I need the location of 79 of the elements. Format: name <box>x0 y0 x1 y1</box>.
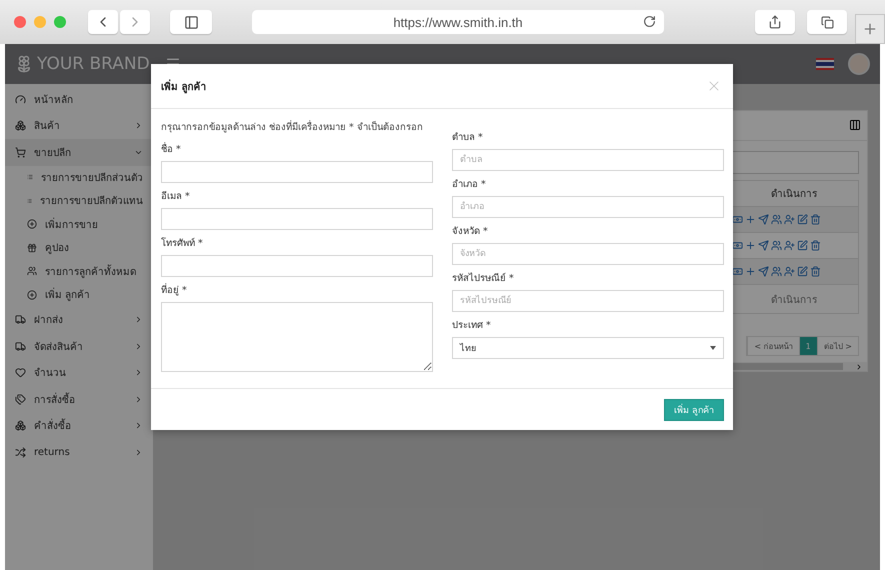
menu-item-icon <box>27 290 37 300</box>
text-input[interactable]: ตำบล <box>452 149 724 171</box>
menu-item-icon <box>15 367 26 378</box>
country-select[interactable]: ไทย <box>452 337 724 359</box>
action-icon[interactable] <box>732 266 743 278</box>
chevron-icon <box>134 315 143 324</box>
tabs-button[interactable] <box>807 10 847 34</box>
sidebar-subitem[interactable]: เพิ่มการขาย <box>5 212 153 236</box>
field-label: ที่อยู่ * <box>161 282 188 298</box>
flag-icon[interactable] <box>816 58 834 70</box>
field-label: จังหวัด * <box>452 225 489 239</box>
reload-icon[interactable] <box>643 15 656 28</box>
sidebar-subitem[interactable]: รายการลูกค้าทั้งหมด <box>5 260 153 283</box>
sidebar-icon <box>184 14 198 30</box>
forward-button[interactable] <box>120 10 150 34</box>
sidebar-subitem[interactable]: เพิ่ม ลูกค้า <box>5 283 153 306</box>
field-label: อำเภอ * <box>452 178 487 192</box>
sidebar-item[interactable]: จำนวน <box>5 360 153 386</box>
sidebar-item[interactable]: ขายปลีก <box>5 139 153 166</box>
close-window-button[interactable] <box>14 16 26 28</box>
chevron-icon <box>134 368 143 378</box>
sidebar-item[interactable]: returns <box>5 439 153 466</box>
new-tab-button[interactable] <box>855 14 885 44</box>
field-label: อีเมล * <box>161 190 191 204</box>
share-icon <box>768 15 782 29</box>
sidebar-item[interactable]: หน้าหลัก <box>5 86 153 112</box>
field-label: ชื่อ * <box>161 141 182 157</box>
brand-logo-icon <box>15 55 33 73</box>
modal-title: เพิ่ม ลูกค้า <box>161 78 206 94</box>
menu-item-icon <box>15 314 26 326</box>
zoom-window-button[interactable] <box>54 16 66 28</box>
text-input[interactable]: อำเภอ <box>452 196 724 218</box>
sidebar-toggle-button[interactable] <box>170 10 212 34</box>
tabs-icon <box>820 16 834 28</box>
menu-item-icon <box>15 340 26 352</box>
text-input[interactable] <box>161 208 433 230</box>
menu-item-icon <box>15 394 26 405</box>
field-label: รหัสไปรษณีย์ * <box>452 272 515 286</box>
text-input[interactable] <box>161 255 433 277</box>
text-input[interactable]: จังหวัด <box>452 243 724 265</box>
sidebar-subitem[interactable]: รายการขายปลีกส่วนตัว <box>5 166 153 189</box>
sidebar-item[interactable]: ฝากส่ง <box>5 306 153 333</box>
field-label: ประเทศ * <box>452 319 492 333</box>
columns-icon[interactable] <box>849 119 861 132</box>
share-button[interactable] <box>755 10 795 34</box>
text-input[interactable] <box>161 161 433 183</box>
scroll-right-icon[interactable] <box>855 362 863 371</box>
sidebar-item[interactable]: จัดส่งสินค้า <box>5 333 153 360</box>
menu-item-icon <box>15 446 26 458</box>
form-instructions: กรุณากรอกข้อมูลด้านล่าง ช่องที่มีเครื่องหมาย * จำเป็นต้องกรอก <box>161 119 424 134</box>
chevron-icon <box>134 121 143 130</box>
menu-item-icon <box>15 120 26 132</box>
column-footer: ดำเนินการ <box>730 285 858 314</box>
chevron-icon <box>134 342 143 351</box>
sidebar-subitem[interactable]: รายการขายปลีกตัวแทน <box>5 189 153 212</box>
action-icon[interactable] <box>732 240 743 252</box>
menu-item-icon <box>27 219 37 230</box>
chevron-icon <box>134 394 143 404</box>
field-label: โทรศัพท์ * <box>161 236 204 251</box>
plus-icon <box>862 21 878 37</box>
sidebar-item[interactable]: คำสั่งซื้อ <box>5 412 153 439</box>
action-icon[interactable] <box>732 214 743 226</box>
field-label: ตำบล * <box>452 131 484 145</box>
text-input[interactable]: รหัสไปรษณีย์ <box>452 290 724 312</box>
back-button[interactable] <box>88 10 118 34</box>
sidebar-subitem[interactable]: คูปอง <box>5 236 153 260</box>
chevron-icon <box>134 421 143 430</box>
menu-item-icon <box>27 242 37 253</box>
menu-item-icon <box>15 146 26 158</box>
chevron-icon <box>134 448 143 457</box>
address-bar[interactable]: https://www.smith.in.th <box>252 10 664 34</box>
menu-item-icon <box>15 420 26 432</box>
submit-button[interactable]: เพิ่ม ลูกค้า <box>664 398 724 420</box>
sidebar-item[interactable]: การสั่งซื้อ <box>5 386 153 412</box>
avatar[interactable] <box>848 53 870 75</box>
sidebar-item[interactable]: สินค้า <box>5 112 153 139</box>
menu-item-icon <box>27 266 37 276</box>
menu-item-icon <box>15 94 26 105</box>
brand-name: YOUR BRAND <box>37 54 150 74</box>
